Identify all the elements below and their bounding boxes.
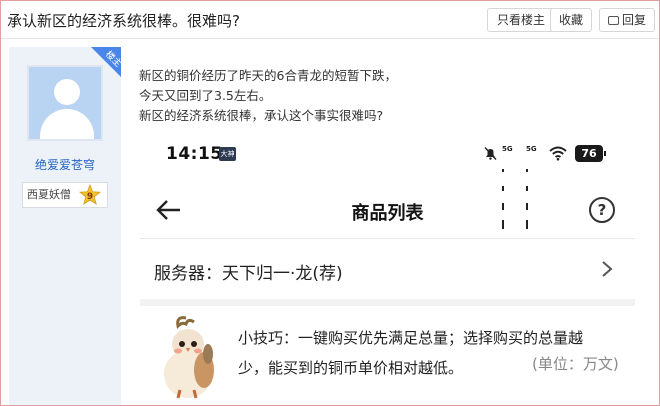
mute-bell-icon [484,147,497,160]
post-line: 今天又回到了3.5左右。 [139,88,272,103]
page-title: 商品列表 [351,203,424,224]
tip-line: 小技巧：一键购买优先满足总量；选择购买的总量越 [238,329,584,347]
embedded-phone-screenshot: 14:15 大神 5G 5G 76 商品列表 ? 服务器：天下归一·龙(荐) 小… [140,129,635,405]
reply-label: 回复 [621,13,646,27]
avatar[interactable] [27,65,103,141]
phone-nav-bar: 商品列表 ? [140,185,635,239]
status-time: 14:15 [166,144,223,164]
post-body: 新区的铜价经历了昨天的6合青龙的短暂下跌， 今天又回到了3.5左右。 新区的经济… [139,66,397,126]
phone-status-bar: 14:15 大神 5G 5G 76 [140,129,635,229]
server-label: 服务器：天下归一·龙(荐) [154,264,343,284]
post-line: 新区的铜价经历了昨天的6合青龙的短暂下跌， [139,68,397,83]
unit-label: (单位：万文) [532,355,619,373]
reply-button[interactable]: 回复 [599,8,655,32]
reply-icon [607,16,619,25]
signal2-label: 5G [526,145,537,153]
battery-indicator: 76 [575,145,606,162]
thread-header: 承认新区的经济系统很棒。很难吗? 只看楼主 收藏 回复 [1,1,659,39]
server-selector[interactable]: 服务器：天下归一·龙(荐) [140,241,635,299]
level-number: 9 [87,192,93,202]
post-line: 新区的经济系统很棒，承认这个事实很难吗? [139,108,384,123]
author-username[interactable]: 绝爱爱苍穹 [9,156,121,173]
bird-mascot-icon [164,316,214,399]
thread-title: 承认新区的经济系统很棒。很难吗? [7,12,240,30]
help-icon[interactable]: ? [589,197,615,223]
section-divider [140,299,635,306]
only-op-button[interactable]: 只看楼主 [487,8,555,32]
favorite-button[interactable]: 收藏 [550,8,592,32]
page-frame: 承认新区的经济系统很棒。很难吗? 只看楼主 收藏 回复 楼主 绝爱爱苍穹 西夏妖… [0,0,660,406]
tip-panel: 小技巧：一键购买优先满足总量；选择购买的总量越 少，能买到的铜币单价相对越低。 … [140,306,635,405]
wifi-icon [549,146,567,161]
hd-badge: 大神 [219,147,236,161]
level-star-icon: 9 [79,184,101,205]
chevron-right-icon [602,261,613,277]
rank-title: 西夏妖僧 [27,188,71,201]
signal1-label: 5G [502,145,513,153]
